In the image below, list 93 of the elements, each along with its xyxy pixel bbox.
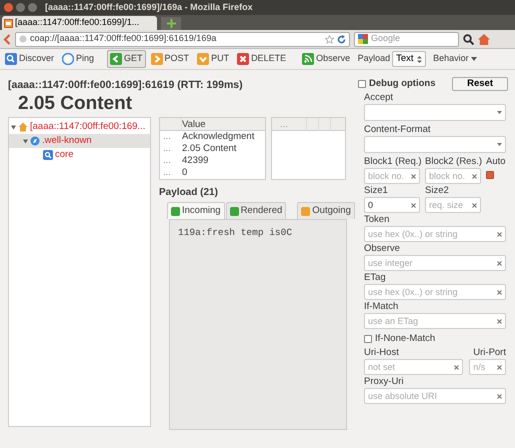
- new-tab-button[interactable]: [161, 17, 181, 30]
- field-label: Accept: [364, 92, 394, 104]
- search-icon[interactable]: [463, 34, 474, 44]
- checkbox[interactable]: [486, 171, 494, 180]
- clear-icon[interactable]: [497, 290, 502, 295]
- address-text: [aaaa::1147:00ff:fe00:1699]:61619 (RTT: 199ms): [7, 78, 244, 93]
- feed-icon: [302, 53, 314, 65]
- table-cell-text: ...: [162, 155, 172, 168]
- field-label: Uri-Host: [364, 347, 400, 360]
- expander-icon[interactable]: [23, 138, 28, 144]
- search-engine-icon: [358, 34, 368, 44]
- reload-icon: [337, 34, 346, 44]
- auto-label: Auto: [486, 156, 506, 168]
- home-icon: [18, 122, 28, 132]
- field-label: Proxy-Uri: [364, 376, 405, 388]
- clear-icon[interactable]: [497, 318, 502, 324]
- field-label: ETag: [364, 272, 387, 284]
- payload-tab[interactable]: Outgoing: [297, 202, 355, 220]
- checkbox-label: If-None-Match: [375, 333, 436, 346]
- select-field[interactable]: [364, 104, 506, 122]
- tree-item[interactable]: core: [9, 148, 150, 162]
- field-label: If-Match: [364, 301, 400, 314]
- payload-tab[interactable]: Incoming: [167, 202, 225, 220]
- toolbar-button[interactable]: Discover: [2, 50, 58, 68]
- maximize-button[interactable]: [28, 3, 37, 12]
- field-label: Content-Format: [364, 124, 432, 136]
- compass-icon: [30, 136, 40, 146]
- input-field[interactable]: 0: [364, 197, 420, 214]
- reset-button[interactable]: Reset: [452, 77, 508, 92]
- clear-icon[interactable]: [472, 174, 477, 179]
- table-cell-text: ...: [162, 143, 172, 156]
- clear-icon[interactable]: [497, 232, 502, 237]
- search-icon: [5, 53, 17, 65]
- checkbox-label: Debug options: [369, 77, 436, 91]
- window-title: [aaaa::1147:00ff:fe00:1699]/169a - Mozilla Firefox: [45, 0, 253, 14]
- caret-icon: [497, 143, 502, 146]
- url-field[interactable]: coap://[aaaa::1147:00ff:fe00:1699]:61619/169a: [15, 32, 350, 46]
- field-label: Size2: [425, 185, 450, 198]
- clear-icon[interactable]: [411, 174, 416, 179]
- checkbox[interactable]: [364, 335, 372, 344]
- spinner-icon: [416, 54, 422, 64]
- page-icon: [4, 18, 13, 28]
- search-icon: [43, 150, 53, 160]
- clear-icon[interactable]: [472, 202, 477, 208]
- toolbar-button[interactable]: PUT: [194, 50, 232, 68]
- close-icon: [237, 53, 250, 65]
- back-button[interactable]: [3, 34, 11, 44]
- toolbar-button[interactable]: Ping: [59, 50, 98, 68]
- globe-icon: [19, 35, 27, 43]
- tree-item[interactable]: .well-known: [9, 134, 150, 148]
- field-label: Uri-Port: [472, 347, 506, 360]
- toolbar-button[interactable]: Observe: [299, 50, 354, 68]
- column-header: ...: [272, 118, 307, 132]
- table-cell: Acknowledgment: [182, 131, 254, 144]
- clear-icon[interactable]: [497, 394, 502, 399]
- table-cell: 0: [182, 167, 188, 180]
- caret-icon: [470, 57, 477, 61]
- payload-text: 119a:fresh temp is0C: [178, 226, 294, 240]
- behavior-menu[interactable]: Behavior: [430, 50, 480, 68]
- plus-icon: [166, 19, 176, 28]
- field-label: Block2 (Res.): [425, 156, 481, 168]
- payload-label: Payload: [358, 52, 390, 66]
- table-cell: 2.05 Content: [182, 143, 236, 156]
- minimize-button[interactable]: [16, 3, 25, 12]
- format-select[interactable]: Text: [392, 50, 426, 68]
- field-label: Block1 (Req.): [364, 156, 420, 168]
- field-label: Size1: [364, 185, 389, 198]
- payload-tab[interactable]: Rendered: [226, 202, 286, 220]
- browser-tab[interactable]: [aaaa::1147:00ff:fe00:1699]/1...: [2, 16, 157, 30]
- toolbar-button[interactable]: GET: [107, 50, 146, 68]
- select-field[interactable]: [364, 136, 506, 154]
- clear-icon[interactable]: [454, 364, 460, 370]
- clear-icon[interactable]: [497, 364, 502, 370]
- toolbar-button[interactable]: POST: [148, 50, 192, 68]
- caret-icon: [497, 111, 502, 114]
- clear-icon[interactable]: [497, 260, 502, 266]
- target-icon: [62, 53, 74, 65]
- column-header: Value: [182, 118, 207, 130]
- tree-item[interactable]: [aaaa::1147:00ff:fe00:169...: [9, 120, 150, 134]
- home-icon[interactable]: [478, 34, 490, 44]
- field-label: Token: [364, 214, 390, 226]
- table-cell: 42399: [182, 155, 208, 168]
- toolbar-button[interactable]: DELETE: [234, 50, 290, 68]
- table-cell-text: ...: [162, 167, 172, 180]
- close-button[interactable]: [4, 3, 13, 12]
- field-label: Observe: [364, 243, 401, 256]
- star-icon: [325, 34, 334, 44]
- clear-icon[interactable]: [411, 202, 416, 208]
- table-cell-text: ...: [162, 131, 172, 144]
- checkbox[interactable]: [358, 80, 366, 88]
- status-text: 2.05 Content: [17, 94, 134, 115]
- payload-title: Payload (21): [159, 186, 219, 200]
- expander-icon[interactable]: [11, 124, 16, 130]
